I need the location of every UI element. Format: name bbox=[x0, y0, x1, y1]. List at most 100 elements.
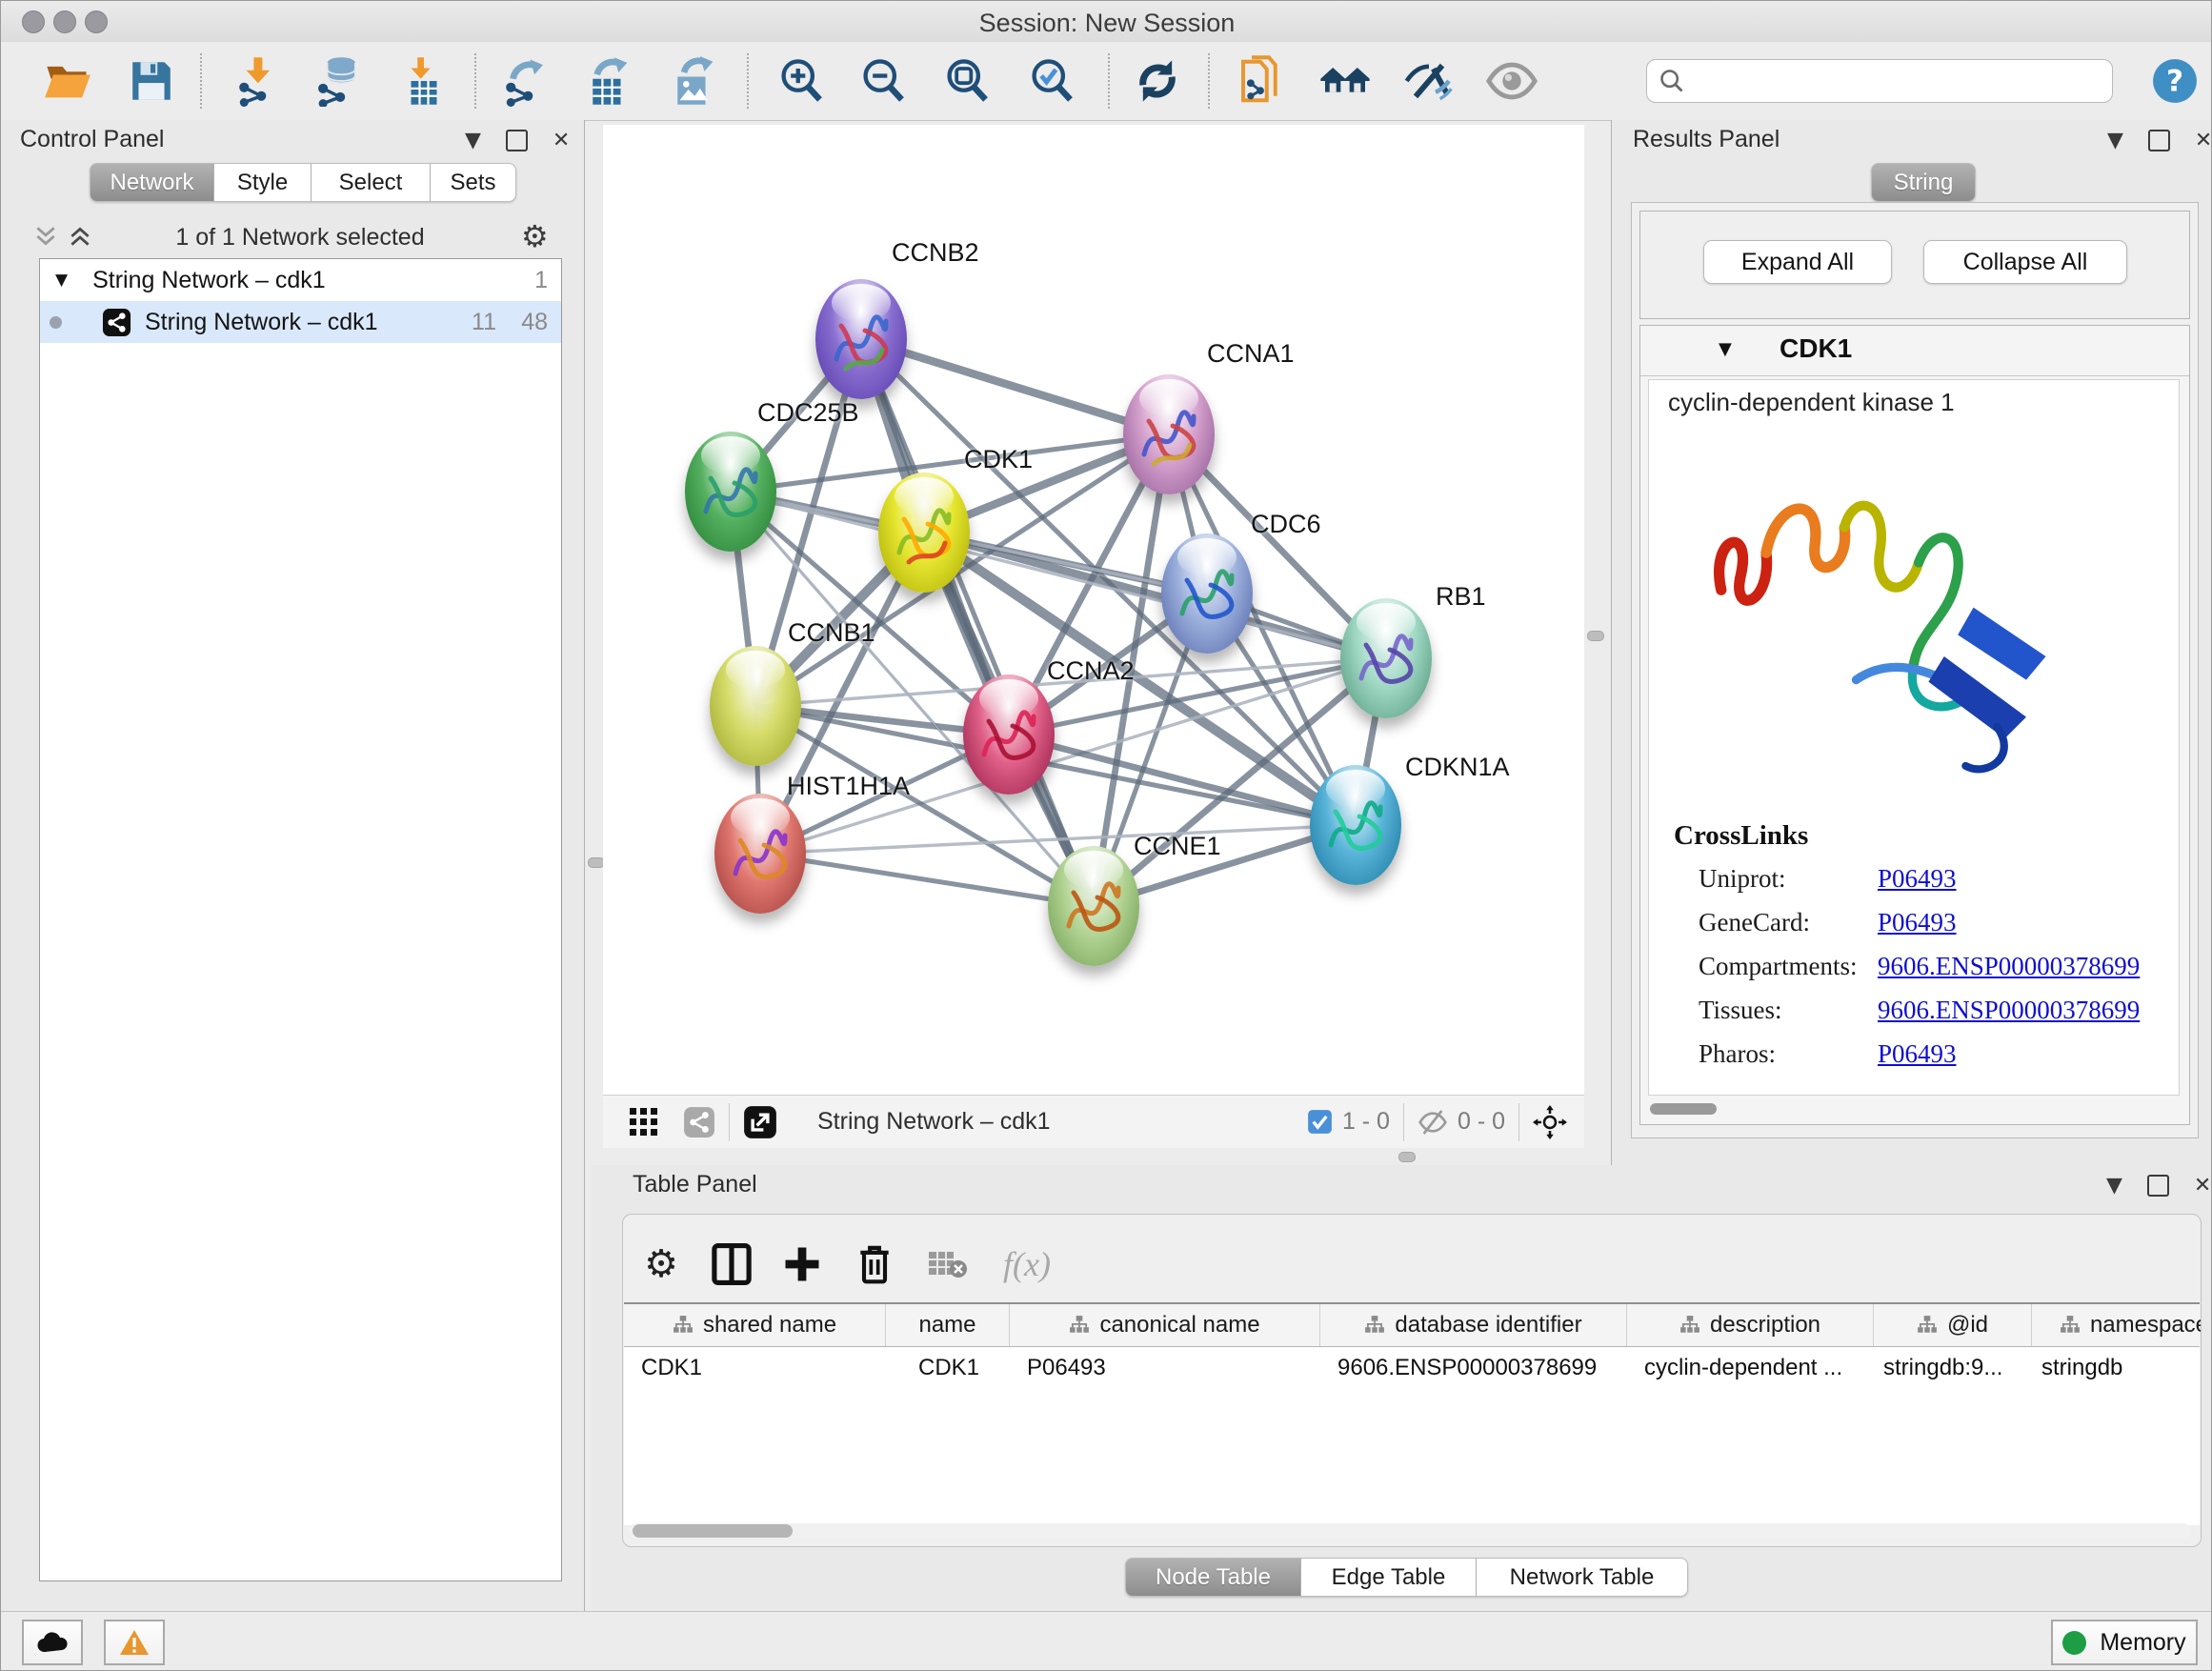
network-row-selected[interactable]: String Network – cdk1 11 48 bbox=[40, 301, 561, 343]
save-session-button[interactable] bbox=[124, 53, 179, 109]
node-table: shared name name canonical name database… bbox=[624, 1302, 2200, 1525]
birdseye-grid-icon[interactable] bbox=[630, 1108, 658, 1137]
collection-expand-icon[interactable]: ▼ bbox=[55, 271, 68, 290]
zoom-fit-button[interactable] bbox=[939, 53, 995, 109]
export-table-button[interactable] bbox=[580, 53, 635, 109]
selected-checkbox-icon[interactable] bbox=[1307, 1109, 1333, 1135]
tab-string[interactable]: String bbox=[1871, 163, 1976, 202]
network-node-HIST1H1A[interactable] bbox=[714, 794, 806, 914]
expand-all-icon[interactable] bbox=[68, 224, 92, 249]
import-network-database-button[interactable] bbox=[312, 53, 367, 109]
panel-close-icon[interactable]: ✕ bbox=[553, 131, 570, 151]
column-header-shared-name[interactable]: shared name bbox=[624, 1304, 886, 1346]
results-scrollbar-thumb[interactable] bbox=[1650, 1103, 1717, 1115]
collapse-all-button[interactable]: Collapse All bbox=[1923, 240, 2127, 284]
memory-status-button[interactable]: Memory bbox=[2051, 1620, 2198, 1665]
panel-menu-icon[interactable]: ▼ bbox=[465, 131, 481, 151]
column-header-id[interactable]: @id bbox=[1874, 1304, 2032, 1346]
network-collection-row[interactable]: ▼ String Network – cdk1 1 bbox=[40, 259, 561, 301]
tab-select[interactable]: Select bbox=[312, 163, 431, 202]
network-current-dot-icon bbox=[50, 316, 62, 329]
open-session-button[interactable] bbox=[40, 53, 95, 109]
warnings-button[interactable] bbox=[104, 1620, 165, 1665]
tab-sets[interactable]: Sets bbox=[431, 163, 516, 202]
node-label-CDKN1A: CDKN1A bbox=[1405, 753, 1510, 782]
table-panel: Table Panel ▼ ✕ ⚙ f(x) shared name name … bbox=[592, 1165, 2212, 1611]
table-options-button[interactable]: ⚙ bbox=[634, 1238, 688, 1291]
panel-close-icon[interactable]: ✕ bbox=[2195, 131, 2212, 151]
network-node-CCNB2[interactable] bbox=[815, 279, 907, 399]
bottom-splitter-handle[interactable] bbox=[1398, 1152, 1416, 1162]
tab-edge-table[interactable]: Edge Table bbox=[1301, 1558, 1477, 1597]
crosslink-link[interactable]: P06493 bbox=[1878, 864, 1957, 894]
fit-selected-crosshair-icon[interactable] bbox=[1533, 1105, 1567, 1139]
search-icon bbox=[1659, 68, 1685, 94]
panel-menu-icon[interactable]: ▼ bbox=[2106, 1176, 2122, 1197]
panel-menu-icon[interactable]: ▼ bbox=[2107, 131, 2123, 151]
table-row[interactable]: CDK1 CDK1 P06493 9606.ENSP00000378699 cy… bbox=[624, 1347, 2200, 1389]
zoom-selected-button[interactable] bbox=[1024, 53, 1079, 109]
crosslink-link[interactable]: 9606.ENSP00000378699 bbox=[1878, 996, 2140, 1025]
show-columns-button[interactable] bbox=[705, 1238, 758, 1291]
cloud-status-button[interactable] bbox=[22, 1620, 83, 1665]
right-splitter-handle[interactable] bbox=[1587, 631, 1604, 641]
tab-node-table[interactable]: Node Table bbox=[1125, 1558, 1301, 1597]
import-network-file-button[interactable] bbox=[231, 53, 287, 109]
gene-collapse-icon[interactable]: ▼ bbox=[1719, 339, 1732, 359]
column-header-namespace[interactable]: namespace bbox=[2032, 1304, 2202, 1346]
open-in-window-icon[interactable] bbox=[743, 1105, 777, 1139]
network-node-CDK1[interactable] bbox=[878, 473, 970, 593]
column-header-name[interactable]: name bbox=[886, 1304, 1010, 1346]
zoom-in-button[interactable] bbox=[774, 53, 829, 109]
column-header-description[interactable]: description bbox=[1627, 1304, 1874, 1346]
string-app-icon bbox=[102, 308, 131, 337]
export-image-button[interactable] bbox=[665, 53, 720, 109]
first-neighbors-button[interactable] bbox=[1317, 53, 1373, 109]
column-header-database-identifier[interactable]: database identifier bbox=[1320, 1304, 1627, 1346]
panel-float-icon[interactable] bbox=[2147, 1175, 2169, 1197]
tab-network[interactable]: Network bbox=[90, 163, 214, 202]
network-node-RB1[interactable] bbox=[1340, 598, 1432, 718]
crosslink-link[interactable]: P06493 bbox=[1878, 1039, 1957, 1069]
delete-table-button[interactable] bbox=[920, 1238, 974, 1291]
panel-float-icon[interactable] bbox=[2148, 130, 2170, 151]
network-view-name: String Network – cdk1 bbox=[817, 1108, 1051, 1136]
node-label-CCNA1: CCNA1 bbox=[1207, 339, 1295, 369]
expand-all-button[interactable]: Expand All bbox=[1703, 240, 1892, 284]
panel-close-icon[interactable]: ✕ bbox=[2194, 1176, 2211, 1197]
crosslink-link[interactable]: 9606.ENSP00000378699 bbox=[1878, 952, 2140, 981]
network-node-CCNA1[interactable] bbox=[1123, 374, 1215, 494]
delete-column-button[interactable] bbox=[848, 1238, 901, 1291]
network-options-gear-icon[interactable]: ⚙ bbox=[521, 218, 549, 254]
network-canvas[interactable]: CCNB2CCNA1CDC25BCDK1CDC6RB1CCNB1CCNA2CDK… bbox=[603, 125, 1584, 1095]
network-node-CCNB1[interactable] bbox=[710, 646, 801, 766]
function-builder-button[interactable]: f(x) bbox=[1000, 1238, 1054, 1291]
tab-network-table[interactable]: Network Table bbox=[1477, 1558, 1688, 1597]
string-view-icon[interactable] bbox=[683, 1106, 715, 1138]
show-all-button[interactable] bbox=[1484, 53, 1539, 109]
crosslink-label: GeneCard: bbox=[1699, 908, 1878, 937]
new-network-from-selection-button[interactable] bbox=[1233, 53, 1288, 109]
help-button[interactable]: ? bbox=[2147, 53, 2202, 109]
network-node-CDC25B[interactable] bbox=[685, 432, 776, 552]
search-input[interactable] bbox=[1685, 67, 2089, 95]
table-hscrollbar-thumb[interactable] bbox=[633, 1524, 793, 1538]
table-hscrollbar[interactable] bbox=[629, 1523, 2191, 1539]
document-network-icon bbox=[1235, 55, 1286, 107]
network-node-CCNA2[interactable] bbox=[963, 674, 1055, 795]
refresh-view-button[interactable] bbox=[1130, 53, 1185, 109]
export-network-button[interactable] bbox=[498, 53, 553, 109]
tab-style[interactable]: Style bbox=[214, 163, 312, 202]
network-node-CCNE1[interactable] bbox=[1048, 846, 1139, 966]
hide-selection-button[interactable] bbox=[1401, 53, 1457, 109]
zoom-out-button[interactable] bbox=[855, 53, 911, 109]
column-header-canonical-name[interactable]: canonical name bbox=[1010, 1304, 1320, 1346]
network-node-CDC6[interactable] bbox=[1161, 534, 1253, 654]
collapse-all-icon[interactable] bbox=[33, 224, 58, 249]
search-box[interactable] bbox=[1646, 59, 2113, 103]
import-table-button[interactable] bbox=[396, 53, 452, 109]
network-node-CDKN1A[interactable] bbox=[1310, 765, 1401, 885]
crosslink-link[interactable]: P06493 bbox=[1878, 908, 1957, 937]
panel-float-icon[interactable] bbox=[506, 130, 528, 151]
add-column-button[interactable] bbox=[775, 1238, 829, 1291]
